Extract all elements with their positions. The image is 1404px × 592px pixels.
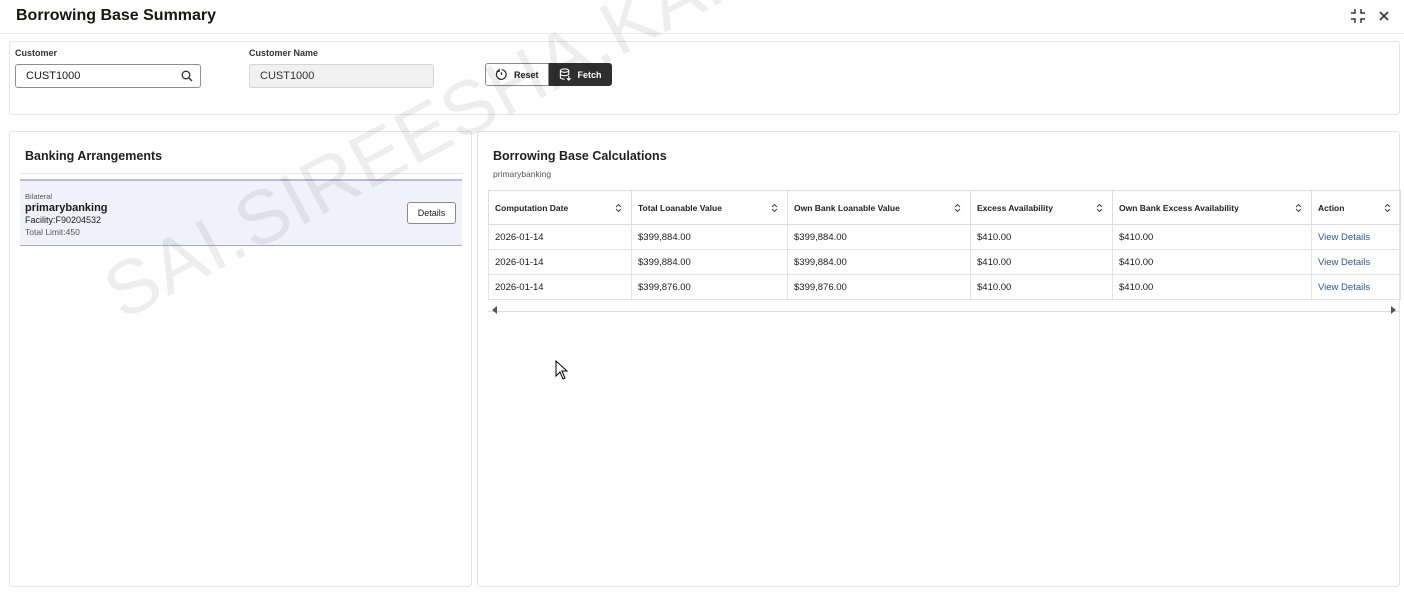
column-header[interactable]: Computation Date bbox=[488, 190, 632, 225]
fetch-label: Fetch bbox=[577, 69, 602, 80]
view-details-link[interactable]: View Details bbox=[1318, 232, 1370, 243]
customer-input-value: CUST1000 bbox=[26, 70, 81, 82]
customer-name-field: CUST1000 bbox=[249, 64, 434, 88]
fetch-icon bbox=[559, 68, 571, 81]
collapse-icon[interactable] bbox=[1350, 8, 1366, 24]
banking-arrangements-title: Banking Arrangements bbox=[25, 149, 163, 163]
sort-icon[interactable] bbox=[1384, 203, 1391, 215]
action-button-group: Reset Fetch bbox=[485, 63, 612, 86]
table-cell: $399,884.00 bbox=[787, 249, 971, 275]
sort-icon[interactable] bbox=[954, 203, 961, 215]
column-header[interactable]: Excess Availability bbox=[970, 190, 1113, 225]
scroll-left-icon[interactable] bbox=[491, 301, 499, 319]
close-icon[interactable] bbox=[1376, 8, 1392, 24]
mouse-cursor-icon bbox=[555, 359, 569, 385]
sort-icon[interactable] bbox=[615, 203, 622, 215]
column-header[interactable]: Total Loanable Value bbox=[631, 190, 788, 225]
customer-name-label: Customer Name bbox=[249, 48, 319, 58]
table-cell: $410.00 bbox=[970, 274, 1113, 300]
table-cell: View Details bbox=[1311, 249, 1401, 275]
table-header-row: Computation Date Total Loanable Value Ow… bbox=[488, 190, 1401, 225]
arrangement-limit: Total Limit:450 bbox=[25, 227, 80, 237]
arrangement-card[interactable]: Bilateral primarybanking Facility:F90204… bbox=[20, 179, 462, 246]
reset-icon bbox=[495, 68, 507, 80]
column-header[interactable]: Action bbox=[1311, 190, 1401, 225]
details-button[interactable]: Details bbox=[407, 202, 456, 224]
customer-name-value: CUST1000 bbox=[260, 70, 315, 82]
table-row: 2026-01-14 $399,876.00 $399,876.00 $410.… bbox=[488, 274, 1401, 300]
table-cell: $399,884.00 bbox=[631, 249, 788, 275]
scroll-right-icon[interactable] bbox=[1389, 301, 1397, 319]
table-cell: View Details bbox=[1311, 274, 1401, 300]
title-bar: Borrowing Base Summary bbox=[0, 0, 1404, 34]
table-cell: $410.00 bbox=[1112, 249, 1312, 275]
horizontal-scrollbar[interactable] bbox=[488, 300, 1400, 314]
borrowing-base-calculations-panel: Borrowing Base Calculations primarybanki… bbox=[477, 131, 1401, 587]
customer-input[interactable]: CUST1000 bbox=[15, 64, 201, 88]
calculations-subtitle: primarybanking bbox=[493, 169, 552, 179]
table-cell: $399,876.00 bbox=[787, 274, 971, 300]
view-details-link[interactable]: View Details bbox=[1318, 282, 1370, 293]
table-cell: $410.00 bbox=[1112, 274, 1312, 300]
table-cell: $410.00 bbox=[1112, 224, 1312, 250]
page-title: Borrowing Base Summary bbox=[16, 7, 217, 24]
divider bbox=[20, 173, 463, 174]
table-cell: $399,884.00 bbox=[787, 224, 971, 250]
table-cell: $399,884.00 bbox=[631, 224, 788, 250]
reset-button[interactable]: Reset bbox=[485, 63, 549, 86]
table-row: 2026-01-14 $399,884.00 $399,884.00 $410.… bbox=[488, 224, 1401, 250]
sort-icon[interactable] bbox=[1096, 203, 1103, 215]
arrangement-name: primarybanking bbox=[25, 202, 108, 214]
table-cell: 2026-01-14 bbox=[488, 249, 632, 275]
filter-panel: Customer CUST1000 Customer Name CUST1000… bbox=[9, 41, 1400, 115]
table-cell: 2026-01-14 bbox=[488, 224, 632, 250]
calculations-title: Borrowing Base Calculations bbox=[493, 149, 667, 163]
customer-name-field-group: Customer Name CUST1000 bbox=[249, 48, 434, 88]
table-cell: $399,876.00 bbox=[631, 274, 788, 300]
table-cell: $410.00 bbox=[970, 249, 1113, 275]
table-cell: 2026-01-14 bbox=[488, 274, 632, 300]
arrangement-type: Bilateral bbox=[25, 192, 53, 201]
reset-label: Reset bbox=[514, 69, 539, 80]
column-header[interactable]: Own Bank Loanable Value bbox=[787, 190, 971, 225]
table-cell: View Details bbox=[1311, 224, 1401, 250]
view-details-link[interactable]: View Details bbox=[1318, 257, 1370, 268]
column-header[interactable]: Own Bank Excess Availability bbox=[1112, 190, 1312, 225]
table-cell: $410.00 bbox=[970, 224, 1113, 250]
arrangement-facility: Facility:F90204532 bbox=[25, 215, 102, 225]
customer-field-group: Customer CUST1000 bbox=[15, 48, 201, 88]
sort-icon[interactable] bbox=[771, 203, 778, 215]
fetch-button[interactable]: Fetch bbox=[548, 63, 612, 86]
sort-icon[interactable] bbox=[1295, 203, 1302, 215]
search-icon[interactable] bbox=[181, 70, 193, 85]
banking-arrangements-panel: Banking Arrangements Bilateral primaryba… bbox=[9, 131, 472, 587]
customer-label: Customer bbox=[15, 48, 58, 58]
calculations-table: Computation Date Total Loanable Value Ow… bbox=[488, 190, 1401, 300]
table-row: 2026-01-14 $399,884.00 $399,884.00 $410.… bbox=[488, 249, 1401, 275]
calculations-table-wrapper: Computation Date Total Loanable Value Ow… bbox=[488, 190, 1401, 314]
